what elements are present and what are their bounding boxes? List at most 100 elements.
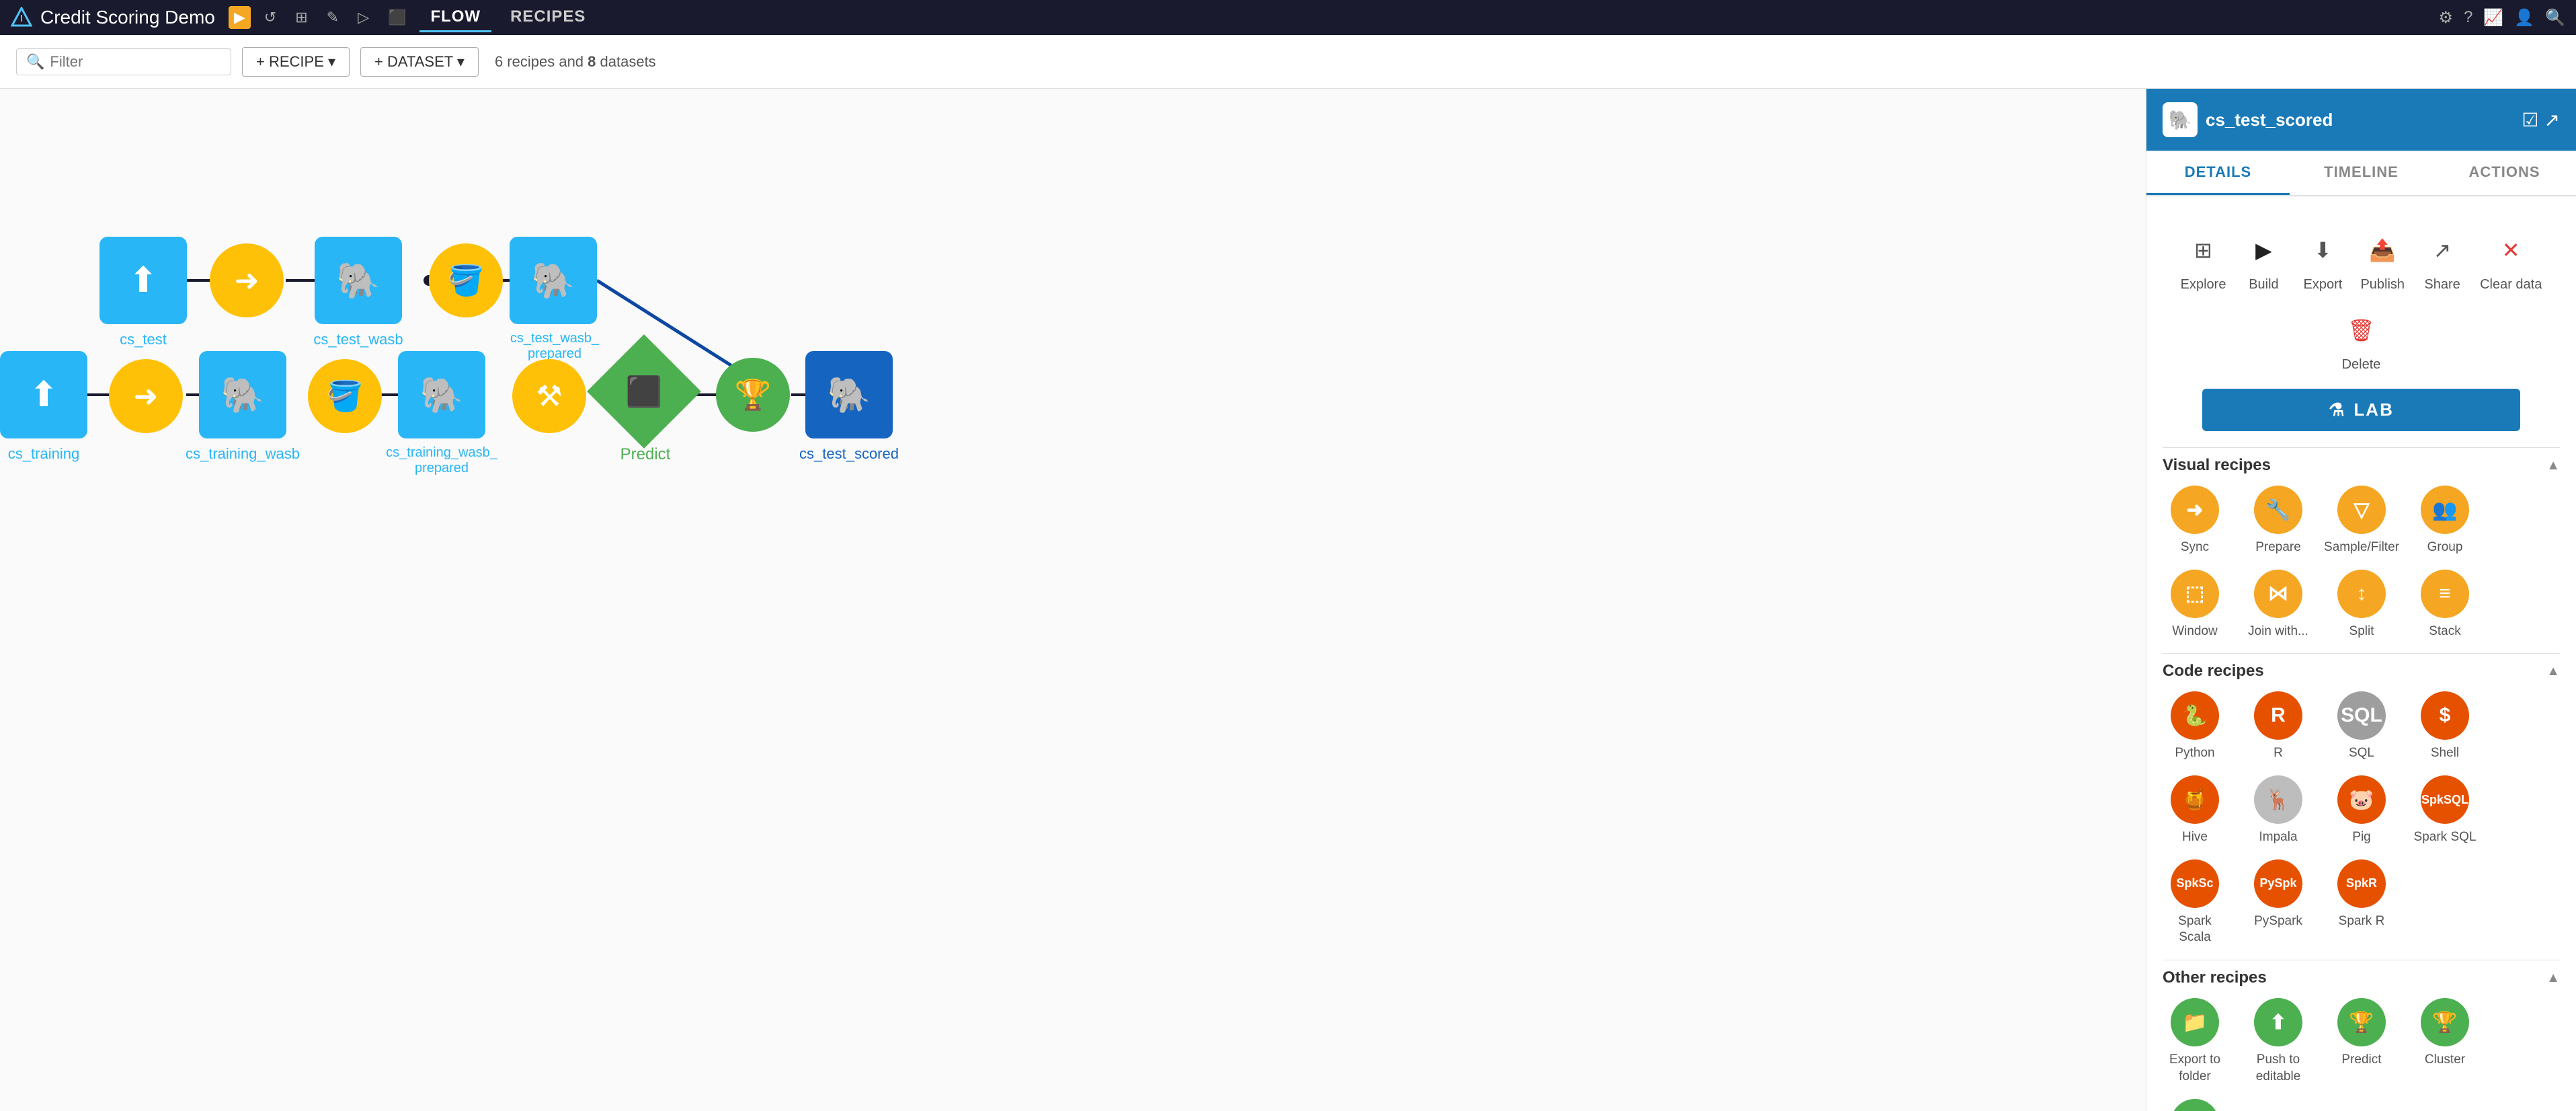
header-expand-icon[interactable]: ↗ [2544,109,2560,131]
node-cs-training-wasb-prepared[interactable]: 🐘 [398,351,485,438]
other-recipes-toggle[interactable]: ▲ [2546,970,2560,986]
recipe-prepare[interactable]: 🔧 Prepare [2246,486,2310,556]
explore-icon: ⊞ [2182,229,2225,272]
nav-icon-edit[interactable]: ✎ [321,6,344,29]
node-cs-test[interactable]: ⬆ [99,237,187,324]
settings-icon[interactable]: ⚙ [2438,8,2453,28]
share-button[interactable]: ↗ Share [2421,229,2464,293]
recipe-group[interactable]: 👥 Group [2413,486,2477,556]
nav-icon-stop[interactable]: ⬛ [383,6,411,29]
recipe-hammer[interactable]: ⚒ [512,359,586,433]
recipe-impala[interactable]: 🦌 Impala [2246,775,2310,846]
sidebar-content: ⊞ Explore ▶ Build ⬇ Export 📤 Publish ↗ [2146,196,2576,1111]
code-recipes-title: Code recipes [2163,662,2264,681]
add-dataset-button[interactable]: + DATASET ▾ [360,47,479,77]
node-cs-test-scored[interactable]: 🐘 [805,351,893,438]
tab-timeline[interactable]: TIMELINE [2290,151,2433,195]
clear-data-icon: ✕ [2489,229,2532,272]
recipe-sample-filter[interactable]: ▽ Sample/Filter [2329,486,2394,556]
clear-data-label: Clear data [2480,277,2542,293]
recipe-sql[interactable]: SQL SQL [2329,691,2394,762]
recipe-brush2[interactable]: 🪣 [308,359,382,433]
recipe-python[interactable]: 🐍 Python [2163,691,2227,762]
tab-recipes[interactable]: RECIPES [499,3,596,32]
recipe-arrow1[interactable]: ➜ [210,243,284,317]
nav-icon-grid[interactable]: ⊞ [290,6,313,29]
tab-details[interactable]: DETAILS [2146,151,2290,195]
recipe-evaluate[interactable]: ⭐ Evaluate [2163,1099,2227,1111]
spark-r-label: Spark R [2339,913,2385,930]
recipe-join-with[interactable]: ⋈ Join with... [2246,570,2310,640]
node-cs-training[interactable]: ⬆ [0,351,87,438]
recipe-stack[interactable]: ≡ Stack [2413,570,2477,640]
help-icon[interactable]: ? [2464,8,2472,27]
recipe-arrow2[interactable]: ➜ [109,359,183,433]
filter-search-box[interactable]: 🔍 [16,48,231,75]
user-icon[interactable]: 👤 [2514,8,2534,28]
recipe-shell[interactable]: $ Shell [2413,691,2477,762]
visual-recipes-toggle[interactable]: ▲ [2546,458,2560,473]
spark-scala-icon: SpkSc [2171,859,2219,908]
recipe-push-to-editable[interactable]: ⬆ Push to editable [2246,998,2310,1085]
code-recipes-toggle[interactable]: ▲ [2546,664,2560,679]
join-with-label: Join with... [2248,623,2308,640]
delete-button[interactable]: 🗑 Delete [2340,309,2383,373]
delete-label: Delete [2342,357,2381,373]
recipe-predict[interactable]: 🏆 Predict [2329,998,2394,1085]
tab-actions[interactable]: ACTIONS [2433,151,2576,195]
activity-icon[interactable]: 📈 [2483,8,2503,28]
shell-label: Shell [2431,745,2459,762]
add-recipe-button[interactable]: + RECIPE ▾ [242,47,350,77]
recipe-export-to-folder[interactable]: 📁 Export to folder [2163,998,2227,1085]
publish-button[interactable]: 📤 Publish [2360,229,2405,293]
recipe-window[interactable]: ⬚ Window [2163,570,2227,640]
push-to-editable-icon: ⬆ [2254,998,2302,1046]
build-button[interactable]: ▶ Build [2242,229,2285,293]
node-cs-training-wasb[interactable]: 🐘 [199,351,286,438]
recipe-pyspark[interactable]: PySpk PySpark [2246,859,2310,946]
nav-icon-orange[interactable]: ▶ [229,6,251,29]
search-icon[interactable]: 🔍 [2545,8,2565,28]
explore-button[interactable]: ⊞ Explore [2181,229,2226,293]
evaluate-icon: ⭐ [2171,1099,2219,1111]
node-trophy[interactable]: 🏆 [716,358,790,432]
recipe-spark-scala[interactable]: SpkSc Spark Scala [2163,859,2227,946]
recipe-split[interactable]: ↕ Split [2329,570,2394,640]
python-label: Python [2175,745,2214,762]
sql-icon: SQL [2337,691,2386,740]
sync-label: Sync [2181,539,2209,556]
other-recipes-grid: 📁 Export to folder ⬆ Push to editable 🏆 … [2163,998,2560,1111]
search-input[interactable] [50,53,221,71]
recipe-hive[interactable]: 🍯 Hive [2163,775,2227,846]
recipe-r[interactable]: R R [2246,691,2310,762]
tab-flow[interactable]: FLOW [419,3,491,32]
label-cs-test-wasb: cs_test_wasb [301,331,415,348]
app-title: Credit Scoring Demo [40,7,215,28]
recipe-spark-r[interactable]: SpkR Spark R [2329,859,2394,946]
window-icon: ⬚ [2171,570,2219,618]
sidebar-header: 🐘 cs_test_scored ☑ ↗ [2146,89,2576,151]
cluster-icon: 🏆 [2421,998,2469,1046]
lab-label: LAB [2353,399,2393,420]
recipe-brush1[interactable]: 🪣 [429,243,503,317]
sql-label: SQL [2349,745,2374,762]
recipe-spark-sql[interactable]: SpkSQL Spark SQL [2413,775,2477,846]
lab-button[interactable]: ⚗ LAB [2202,389,2520,431]
node-cs-test-wasb[interactable]: 🐘 [315,237,402,324]
explore-label: Explore [2181,277,2226,293]
flow-canvas[interactable]: ⬆ cs_test ➜ 🐘 cs_test_wasb 🪣 🐘 cs_test_w… [0,89,2146,1111]
flow-info: 6 recipes and 8 datasets [495,53,656,71]
node-cs-test-wasb-prepared[interactable]: 🐘 [510,237,597,324]
share-icon: ↗ [2421,229,2464,272]
label-cs-training-wasb: cs_training_wasb [186,445,300,463]
recipe-sync[interactable]: ➜ Sync [2163,486,2227,556]
header-checkbox-icon[interactable]: ☑ [2522,109,2538,131]
nav-icon-refresh[interactable]: ↺ [259,6,282,29]
export-button[interactable]: ⬇ Export [2301,229,2344,293]
nav-icon-play[interactable]: ▷ [352,6,374,29]
label-cs-test-wasb-prepared: cs_test_wasb_prepared [491,331,618,362]
recipe-pig[interactable]: 🐷 Pig [2329,775,2394,846]
clear-data-button[interactable]: ✕ Clear data [2480,229,2542,293]
spark-scala-label: Spark Scala [2163,913,2227,946]
recipe-cluster[interactable]: 🏆 Cluster [2413,998,2477,1085]
